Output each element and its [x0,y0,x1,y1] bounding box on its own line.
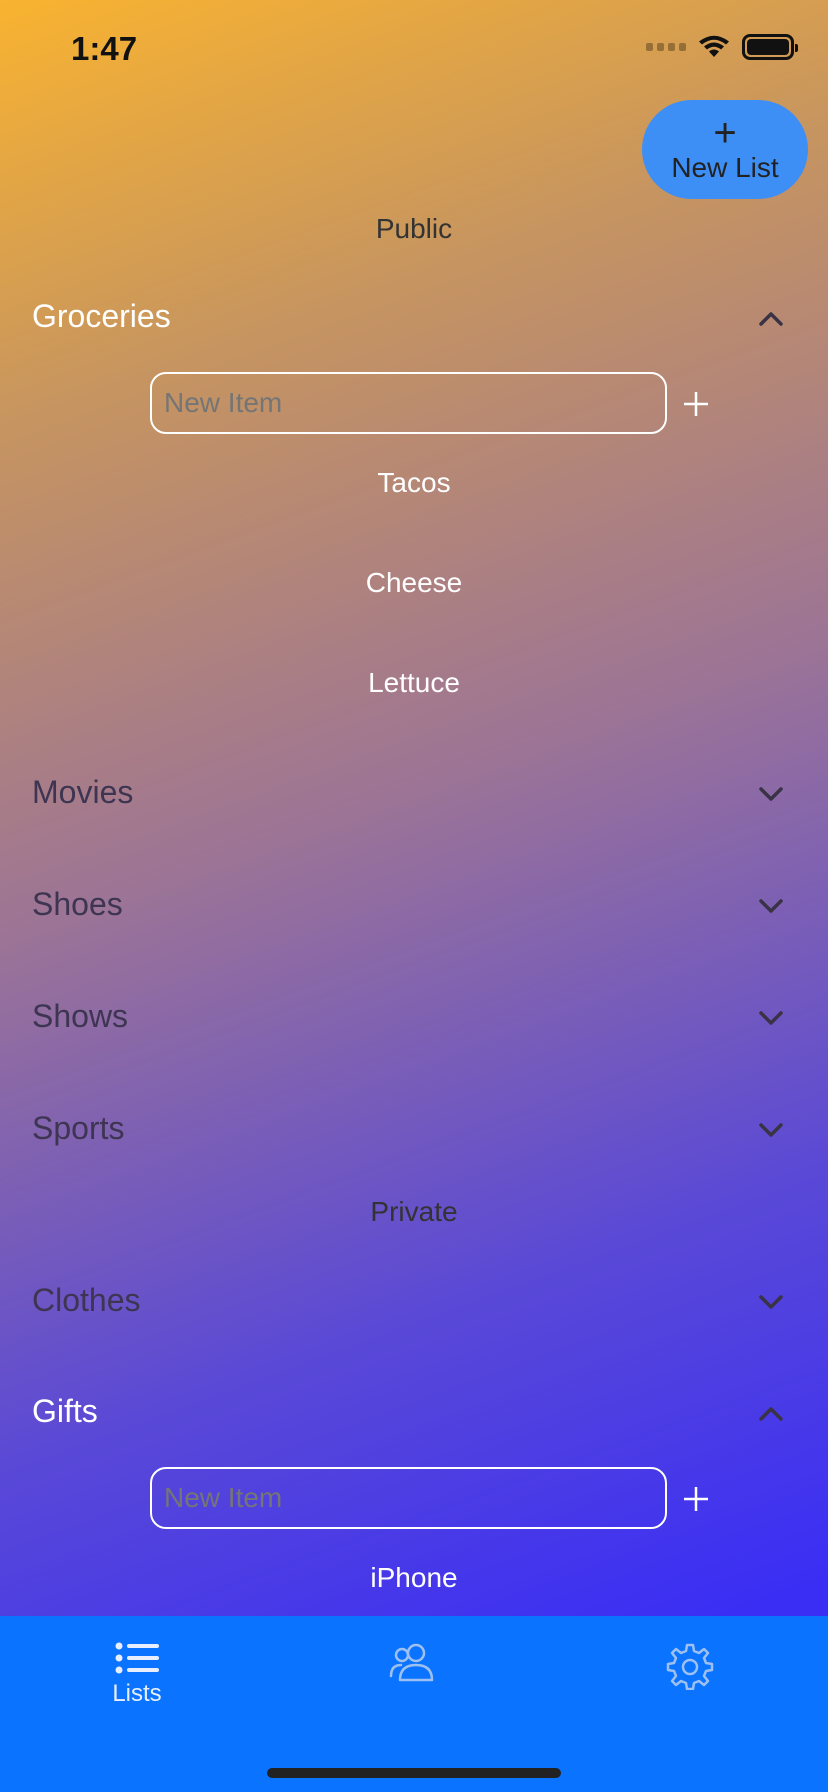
section-title-private: Private [370,1196,458,1227]
list-name: Shoes [32,886,123,922]
status-icons [646,34,798,60]
list-row-sports[interactable]: Sports [0,1100,828,1160]
list-name: Clothes [32,1282,141,1318]
chevron-down-icon[interactable] [756,1290,786,1314]
list-name: Gifts [32,1393,98,1429]
status-time: 1:47 [71,30,138,67]
chevron-down-icon[interactable] [756,782,786,806]
new-item-input[interactable] [150,372,667,434]
tab-bar: Lists [0,1616,828,1792]
gear-icon [666,1643,714,1690]
tab-shared[interactable] [354,1642,474,1722]
list-item[interactable]: Lettuce [0,667,828,699]
lists-screen: 1:47 + New List Public Groceries Tacos C… [0,0,828,1792]
list-item[interactable]: iPhone [0,1562,828,1594]
list-name: Shows [32,998,129,1034]
list-row-gifts[interactable]: Gifts [0,1383,828,1443]
chevron-up-icon[interactable] [756,1401,786,1425]
list-row-shoes[interactable]: Shoes [0,876,828,936]
tab-label: Lists [112,1680,162,1707]
chevron-down-icon[interactable] [756,1118,786,1142]
list-row-groceries[interactable]: Groceries [0,288,828,348]
new-item-input[interactable] [150,1467,667,1529]
list-row-clothes[interactable]: Clothes [0,1272,828,1332]
list-row-shows[interactable]: Shows [0,988,828,1048]
people-icon [389,1643,434,1682]
list-item[interactable]: Cheese [0,567,828,599]
new-list-label: New List [671,151,779,183]
list-name: Sports [32,1110,125,1146]
list-name: Movies [32,774,134,810]
cellular-signal-icon [646,43,686,51]
add-item-plus-icon[interactable] [680,1483,712,1515]
new-list-button[interactable]: + New List [642,100,808,199]
tab-lists[interactable]: Lists [77,1642,197,1722]
list-icon [115,1642,159,1674]
chevron-down-icon[interactable] [756,1006,786,1030]
list-name: Groceries [32,298,171,334]
chevron-down-icon[interactable] [756,894,786,918]
tab-settings[interactable] [630,1642,750,1722]
chevron-up-icon[interactable] [756,306,786,330]
battery-icon [742,34,798,60]
list-item[interactable]: Tacos [0,467,828,499]
plus-icon: + [713,110,737,155]
list-row-movies[interactable]: Movies [0,764,828,824]
wifi-icon [699,35,729,57]
add-item-plus-icon[interactable] [680,388,712,420]
section-title-public: Public [375,213,453,244]
home-indicator [267,1768,561,1778]
